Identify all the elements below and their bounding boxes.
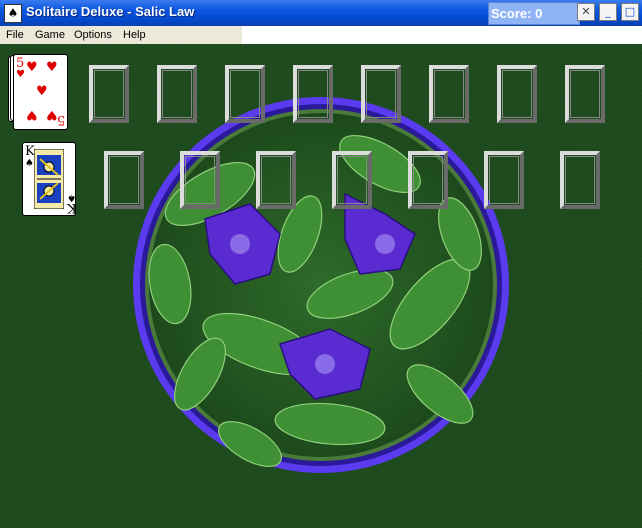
heart-icon: ♥: [26, 107, 38, 122]
spade-card-icon[interactable]: ♠: [4, 4, 22, 23]
foundation-slot[interactable]: [497, 65, 537, 123]
window-title: Solitaire Deluxe - Salic Law: [26, 4, 195, 19]
score-box: Score: 0: [488, 2, 580, 25]
foundation-slot[interactable]: [429, 65, 469, 123]
foundation-slot[interactable]: [225, 65, 265, 123]
stock-top-card[interactable]: 5 ♥ ♥ ♥ ♥ ♥ ♥ 5: [13, 54, 68, 130]
foundation-slot[interactable]: [293, 65, 333, 123]
foundation-slot[interactable]: [560, 151, 600, 209]
menu-options[interactable]: Options: [74, 29, 112, 41]
minimize-icon[interactable]: _: [599, 3, 617, 21]
spade-icon: ♠: [25, 158, 34, 169]
heart-icon: ♥: [36, 84, 48, 99]
menu-help[interactable]: Help: [123, 29, 146, 41]
menu-game[interactable]: Game: [35, 29, 65, 41]
king-of-spades-card[interactable]: K ♠ ♠ K: [22, 142, 77, 216]
maximize-icon[interactable]: □: [621, 3, 639, 21]
heart-icon: ♥: [46, 107, 58, 122]
foundation-slot[interactable]: [332, 151, 372, 209]
foundation-slot[interactable]: [180, 151, 220, 209]
menu-file[interactable]: File: [6, 29, 24, 41]
foundation-slot[interactable]: [565, 65, 605, 123]
menu-bar-blank: [242, 26, 642, 44]
card-rank: 5: [57, 112, 66, 127]
foundation-slot[interactable]: [256, 151, 296, 209]
foundation-slot[interactable]: [484, 151, 524, 209]
score-label: Score: 0: [491, 6, 543, 21]
foundation-slot[interactable]: [361, 65, 401, 123]
title-bar[interactable]: ♠ Solitaire Deluxe - Salic Law Score: 0 …: [0, 0, 642, 26]
card-table[interactable]: 5 ♥ ♥ ♥ ♥ ♥ ♥ 5 K ♠ ♠ K: [0, 44, 642, 528]
card-rank: K: [67, 200, 77, 215]
heart-icon: ♥: [16, 69, 25, 80]
foundation-slot[interactable]: [104, 151, 144, 209]
foundation-slot[interactable]: [408, 151, 448, 209]
heart-icon: ♥: [46, 60, 58, 75]
foundation-slot[interactable]: [157, 65, 197, 123]
solitaire-window: ♠ Solitaire Deluxe - Salic Law Score: 0 …: [0, 0, 642, 528]
close-icon[interactable]: ✕: [577, 3, 595, 21]
heart-icon: ♥: [26, 60, 38, 75]
foundation-slot[interactable]: [89, 65, 129, 123]
king-face-art: [34, 149, 64, 209]
menu-bar: File Game Options Help: [0, 26, 242, 44]
